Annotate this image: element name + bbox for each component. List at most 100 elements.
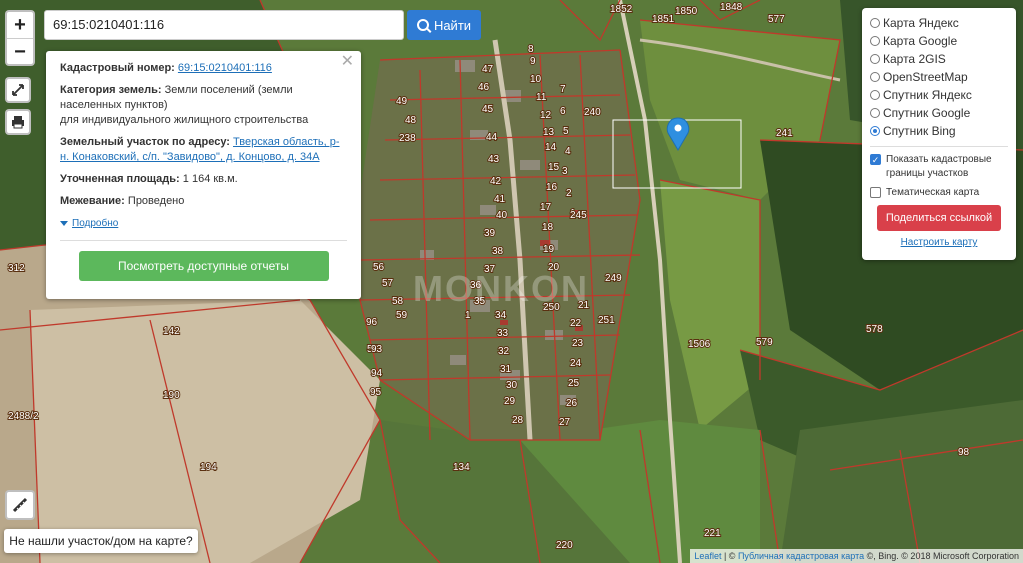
parcel-label[interactable]: 58 bbox=[391, 295, 405, 308]
parcel-label[interactable]: 11 bbox=[535, 91, 548, 104]
parcel-label[interactable]: 190 bbox=[162, 389, 181, 402]
parcel-label[interactable]: 22 bbox=[569, 317, 583, 330]
radio-icon[interactable] bbox=[870, 54, 880, 64]
checkbox-unchecked-icon[interactable] bbox=[870, 187, 881, 198]
parcel-label[interactable]: 17 bbox=[539, 201, 553, 214]
parcel-label[interactable]: 1851 bbox=[651, 13, 676, 26]
parcel-label[interactable]: 14 bbox=[544, 141, 558, 154]
parcel-label[interactable]: 56 bbox=[372, 261, 386, 274]
parcel-label[interactable]: 34 bbox=[494, 309, 508, 322]
parcel-label[interactable]: 94 bbox=[370, 367, 384, 380]
parcel-label[interactable]: 18 bbox=[541, 221, 555, 234]
parcel-label[interactable]: 30 bbox=[505, 379, 519, 392]
parcel-label[interactable]: 38 bbox=[491, 245, 505, 258]
parcel-label[interactable]: 25 bbox=[567, 377, 581, 390]
print-button[interactable] bbox=[5, 109, 31, 135]
parcel-label[interactable]: 221 bbox=[703, 527, 722, 540]
parcel-label[interactable]: 98 bbox=[957, 446, 971, 459]
close-icon[interactable]: ✕ bbox=[341, 54, 354, 70]
parcel-label[interactable]: 31 bbox=[499, 363, 513, 376]
parcel-label[interactable]: 33 bbox=[496, 327, 510, 340]
parcel-label[interactable]: 16 bbox=[545, 181, 559, 194]
parcel-label[interactable]: 1850 bbox=[674, 5, 699, 18]
parcel-label[interactable]: 95 bbox=[369, 386, 383, 399]
parcel-label[interactable]: 24 bbox=[569, 357, 583, 370]
parcel-label[interactable]: 5 bbox=[562, 125, 570, 138]
parcel-label[interactable]: 134 bbox=[452, 461, 471, 474]
parcel-label[interactable]: 220 bbox=[555, 539, 574, 552]
parcel-label[interactable]: 238 bbox=[398, 132, 417, 145]
parcel-label[interactable]: 41 bbox=[493, 193, 507, 206]
parcel-label[interactable]: 10 bbox=[529, 73, 543, 86]
parcel-label[interactable]: 1 bbox=[464, 309, 472, 322]
parcel-label[interactable]: 96 bbox=[365, 316, 379, 329]
radio-selected-icon[interactable] bbox=[870, 126, 880, 136]
parcel-label[interactable]: 577 bbox=[767, 13, 786, 26]
parcel-label[interactable]: 15 bbox=[547, 161, 561, 174]
parcel-label[interactable]: 578 bbox=[865, 323, 884, 336]
parcel-label[interactable]: 7 bbox=[559, 83, 567, 96]
parcel-label[interactable]: 26 bbox=[565, 397, 579, 410]
parcel-label[interactable]: 579 bbox=[755, 336, 774, 349]
parcel-label[interactable]: 23 bbox=[571, 337, 585, 350]
parcel-label[interactable]: 1848 bbox=[719, 1, 744, 14]
cadastral-borders-toggle[interactable]: ✓ Показать кадастровые границы участков bbox=[870, 153, 1008, 181]
parcel-label[interactable]: 42 bbox=[489, 175, 503, 188]
parcel-label[interactable]: 241 bbox=[775, 127, 794, 140]
parcel-label[interactable]: 46 bbox=[477, 81, 491, 94]
thematic-map-toggle[interactable]: Тематическая карта bbox=[870, 186, 1008, 200]
parcel-label[interactable]: 48 bbox=[404, 114, 418, 127]
zoom-in-button[interactable]: + bbox=[7, 12, 33, 39]
radio-icon[interactable] bbox=[870, 72, 880, 82]
parcel-label[interactable]: 245 bbox=[569, 209, 588, 222]
parcel-label[interactable]: 8 bbox=[527, 43, 535, 56]
parcel-label[interactable]: 19 bbox=[542, 243, 556, 256]
share-link-button[interactable]: Поделиться ссылкой bbox=[877, 205, 1001, 231]
layer-option[interactable]: Спутник Яндекс bbox=[870, 86, 1008, 104]
layer-option[interactable]: Карта Яндекс bbox=[870, 14, 1008, 32]
parcel-label[interactable]: 49 bbox=[395, 95, 409, 108]
parcel-label[interactable]: 45 bbox=[481, 103, 495, 116]
parcel-label[interactable]: 13 bbox=[542, 126, 556, 139]
radio-icon[interactable] bbox=[870, 108, 880, 118]
parcel-label[interactable]: 2 bbox=[565, 187, 573, 200]
parcel-label[interactable]: 194 bbox=[199, 461, 218, 474]
parcel-label[interactable]: 93 bbox=[370, 343, 384, 356]
search-button[interactable]: Найти bbox=[407, 10, 481, 40]
parcel-label[interactable]: 4 bbox=[564, 145, 572, 158]
not-found-button[interactable]: Не нашли участок/дом на карте? bbox=[4, 529, 198, 553]
parcel-label[interactable]: 9 bbox=[529, 55, 537, 68]
radio-icon[interactable] bbox=[870, 36, 880, 46]
parcel-label[interactable]: 44 bbox=[485, 131, 499, 144]
layer-option[interactable]: OpenStreetMap bbox=[870, 68, 1008, 86]
parcel-label[interactable]: 1506 bbox=[687, 338, 712, 351]
parcel-label[interactable]: 29 bbox=[503, 395, 517, 408]
parcel-label[interactable]: 47 bbox=[481, 63, 495, 76]
parcel-label[interactable]: 59 bbox=[395, 309, 409, 322]
parcel-label[interactable]: 1852 bbox=[609, 3, 634, 16]
layer-option[interactable]: Карта 2GIS bbox=[870, 50, 1008, 68]
radio-icon[interactable] bbox=[870, 90, 880, 100]
parcel-label[interactable]: 240 bbox=[583, 106, 602, 119]
parcel-label[interactable]: 142 bbox=[162, 325, 181, 338]
parcel-label[interactable]: 12 bbox=[539, 109, 553, 122]
fullscreen-button[interactable] bbox=[5, 77, 31, 103]
configure-map-link[interactable]: Настроить карту bbox=[870, 237, 1008, 248]
parcel-label[interactable]: 6 bbox=[559, 105, 567, 118]
parcel-label[interactable]: 2488/2 bbox=[7, 410, 40, 423]
parcel-label[interactable]: 251 bbox=[597, 314, 616, 327]
parcel-label[interactable]: 43 bbox=[487, 153, 501, 166]
parcel-label[interactable]: 249 bbox=[604, 272, 623, 285]
search-input[interactable]: 69:15:0210401:116 bbox=[44, 10, 404, 40]
cadastral-number-link[interactable]: 69:15:0210401:116 bbox=[178, 62, 272, 74]
parcel-label[interactable]: 3 bbox=[561, 165, 569, 178]
zoom-out-button[interactable]: − bbox=[7, 39, 33, 65]
parcel-label[interactable]: 39 bbox=[483, 227, 497, 240]
details-toggle[interactable]: Подробно bbox=[60, 216, 347, 231]
view-reports-button[interactable]: Посмотреть доступные отчеты bbox=[78, 251, 329, 281]
cadastral-map-link[interactable]: Публичная кадастровая карта bbox=[738, 551, 864, 561]
parcel-label[interactable]: 57 bbox=[381, 277, 395, 290]
parcel-label[interactable]: 28 bbox=[511, 414, 525, 427]
leaflet-link[interactable]: Leaflet bbox=[694, 551, 721, 561]
layer-option[interactable]: Спутник Bing bbox=[870, 122, 1008, 140]
